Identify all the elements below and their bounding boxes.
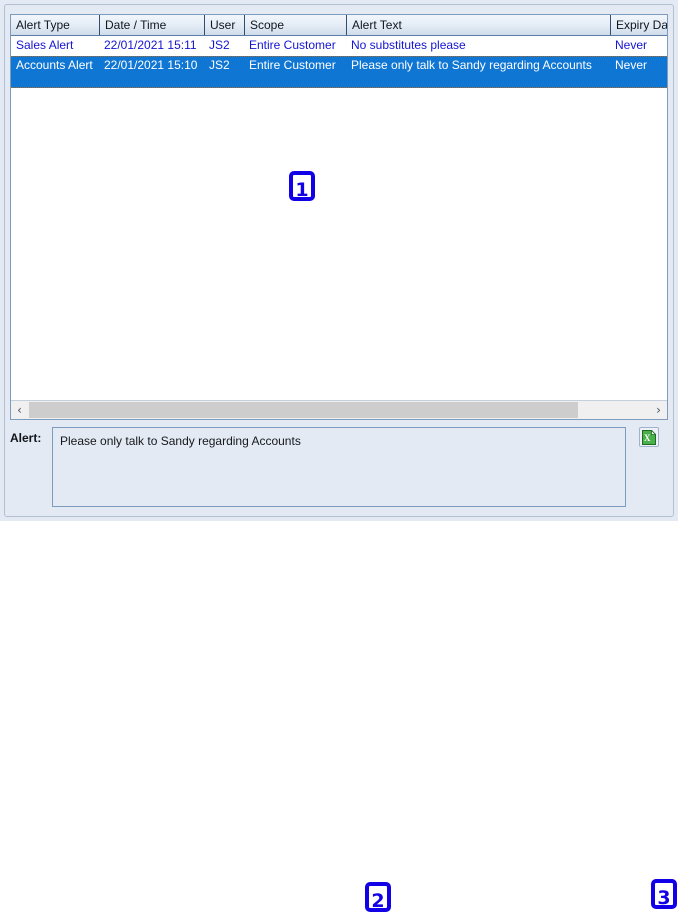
cell-alert-type: Sales Alert bbox=[16, 38, 74, 52]
svg-text:X: X bbox=[644, 433, 651, 443]
table-row[interactable]: Sales Alert 22/01/2021 15:11 JS2 Entire … bbox=[11, 36, 667, 56]
alerts-window: Alert Type Date / Time User Scope Alert … bbox=[0, 0, 678, 912]
grid-header-row: Alert Type Date / Time User Scope Alert … bbox=[11, 15, 667, 36]
table-row-selected[interactable]: Accounts Alert 22/01/2021 15:10 JS2 Enti… bbox=[11, 56, 667, 88]
cell-alert-text: No substitutes please bbox=[351, 38, 466, 52]
export-to-excel-button[interactable]: X bbox=[639, 427, 659, 447]
cell-user: JS2 bbox=[209, 38, 230, 52]
alert-text-input[interactable]: Please only talk to Sandy regarding Acco… bbox=[52, 427, 626, 507]
scrollbar-thumb[interactable] bbox=[29, 402, 578, 418]
column-header-alert-type[interactable]: Alert Type bbox=[11, 15, 99, 35]
excel-export-icon: X bbox=[640, 430, 658, 445]
column-header-date-time[interactable]: Date / Time bbox=[99, 15, 204, 35]
column-header-alert-text[interactable]: Alert Text bbox=[346, 15, 610, 35]
cell-alert-type: Accounts Alert bbox=[16, 58, 93, 72]
annotation-badge-3: 3 bbox=[651, 879, 677, 909]
cell-expiry-date: Never bbox=[615, 58, 648, 72]
cell-date-time: 22/01/2021 15:10 bbox=[104, 58, 198, 72]
cell-scope: Entire Customer bbox=[249, 58, 336, 72]
cell-user: JS2 bbox=[209, 58, 230, 72]
cell-alert-text: Please only talk to Sandy regarding Acco… bbox=[351, 58, 592, 72]
scroll-right-icon[interactable]: › bbox=[650, 401, 667, 419]
alert-detail-panel: Alert: Please only talk to Sandy regardi… bbox=[10, 427, 677, 912]
column-header-expiry-date[interactable]: Expiry Date bbox=[610, 15, 667, 35]
cell-expiry-date: Never bbox=[615, 38, 648, 52]
annotation-badge-2: 2 bbox=[365, 882, 391, 912]
scroll-left-icon[interactable]: ‹ bbox=[11, 401, 28, 419]
cell-scope: Entire Customer bbox=[249, 38, 336, 52]
annotation-badge-1: 1 bbox=[289, 171, 315, 201]
column-header-user[interactable]: User bbox=[204, 15, 244, 35]
grid-body: Sales Alert 22/01/2021 15:11 JS2 Entire … bbox=[11, 36, 667, 399]
column-header-scope[interactable]: Scope bbox=[244, 15, 346, 35]
alerts-grid[interactable]: Alert Type Date / Time User Scope Alert … bbox=[10, 14, 668, 420]
alert-label: Alert: bbox=[10, 431, 42, 445]
cell-date-time: 22/01/2021 15:11 bbox=[104, 38, 197, 52]
horizontal-scrollbar[interactable]: ‹ › bbox=[11, 400, 667, 419]
